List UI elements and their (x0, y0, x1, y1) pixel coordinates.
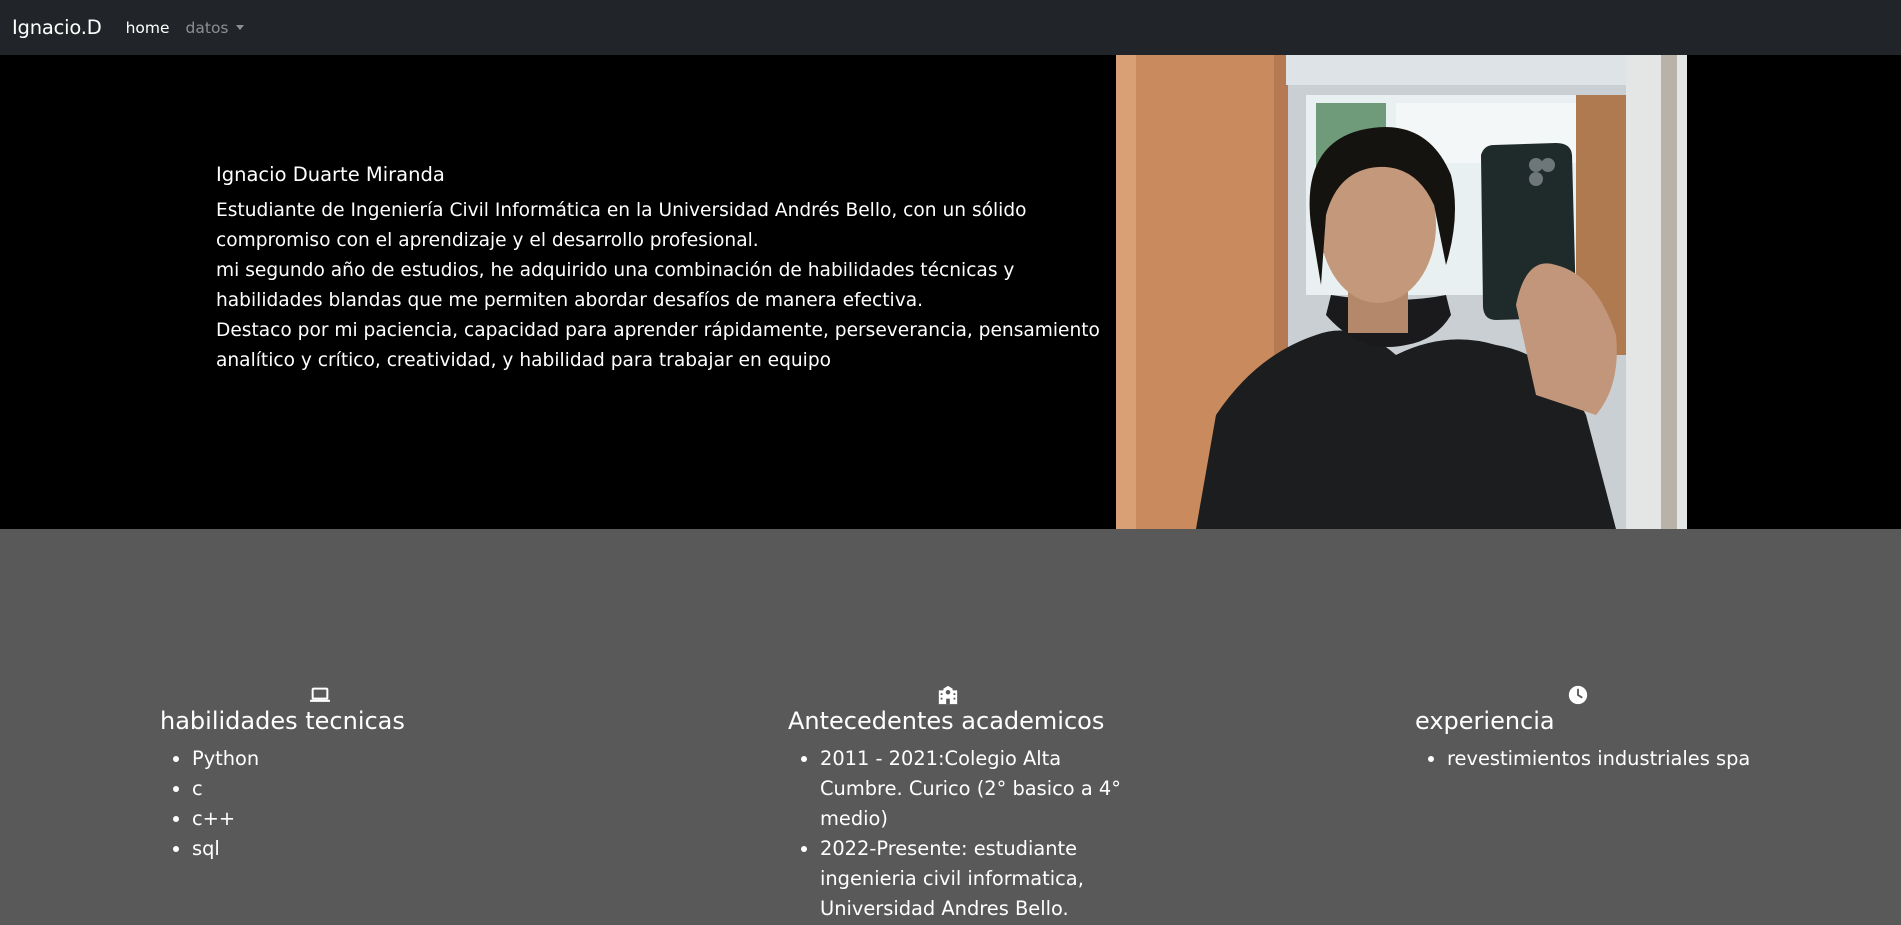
skills-title: habilidades tecnicas (160, 707, 405, 735)
hero-paragraph-3: Destaco por mi paciencia, capacidad para… (216, 320, 1100, 371)
hero-paragraph-1: Estudiante de Ingeniería Civil Informáti… (216, 200, 1027, 251)
nav-datos-label: datos (185, 18, 229, 37)
laptop-icon (309, 687, 331, 702)
hero-section: Ignacio Duarte Miranda Estudiante de Ing… (0, 55, 1901, 529)
experience-title: experiencia (1415, 707, 1555, 735)
list-item: c (192, 774, 259, 804)
skills-list: Python c c++ sql (192, 744, 259, 864)
hero-name: Ignacio Duarte Miranda (216, 163, 445, 186)
list-item: 2022-Presente: estudiante ingenieria civ… (820, 834, 1130, 924)
profile-photo (1116, 55, 1687, 529)
school-icon (938, 685, 958, 705)
hero-text: Ignacio Duarte Miranda Estudiante de Ing… (216, 162, 1106, 376)
clock-icon (1568, 685, 1588, 705)
hero-paragraph-2: mi segundo año de estudios, he adquirido… (216, 260, 1015, 311)
list-item: Python (192, 744, 259, 774)
list-item: 2011 - 2021:Colegio Alta Cumbre. Curico … (820, 744, 1130, 834)
academic-title: Antecedentes academicos (788, 707, 1105, 735)
nav-home-link[interactable]: home (126, 19, 170, 37)
brand-link[interactable]: Ignacio.D (12, 16, 102, 39)
list-item: c++ (192, 804, 259, 834)
caret-down-icon (235, 25, 244, 30)
navbar: Ignacio.D home datos (0, 0, 1901, 55)
academic-list: 2011 - 2021:Colegio Alta Cumbre. Curico … (820, 744, 1130, 924)
experience-list: revestimientos industriales spa (1447, 744, 1750, 774)
list-item: sql (192, 834, 259, 864)
list-item: revestimientos industriales spa (1447, 744, 1750, 774)
nav-datos-dropdown[interactable]: datos (186, 19, 244, 37)
